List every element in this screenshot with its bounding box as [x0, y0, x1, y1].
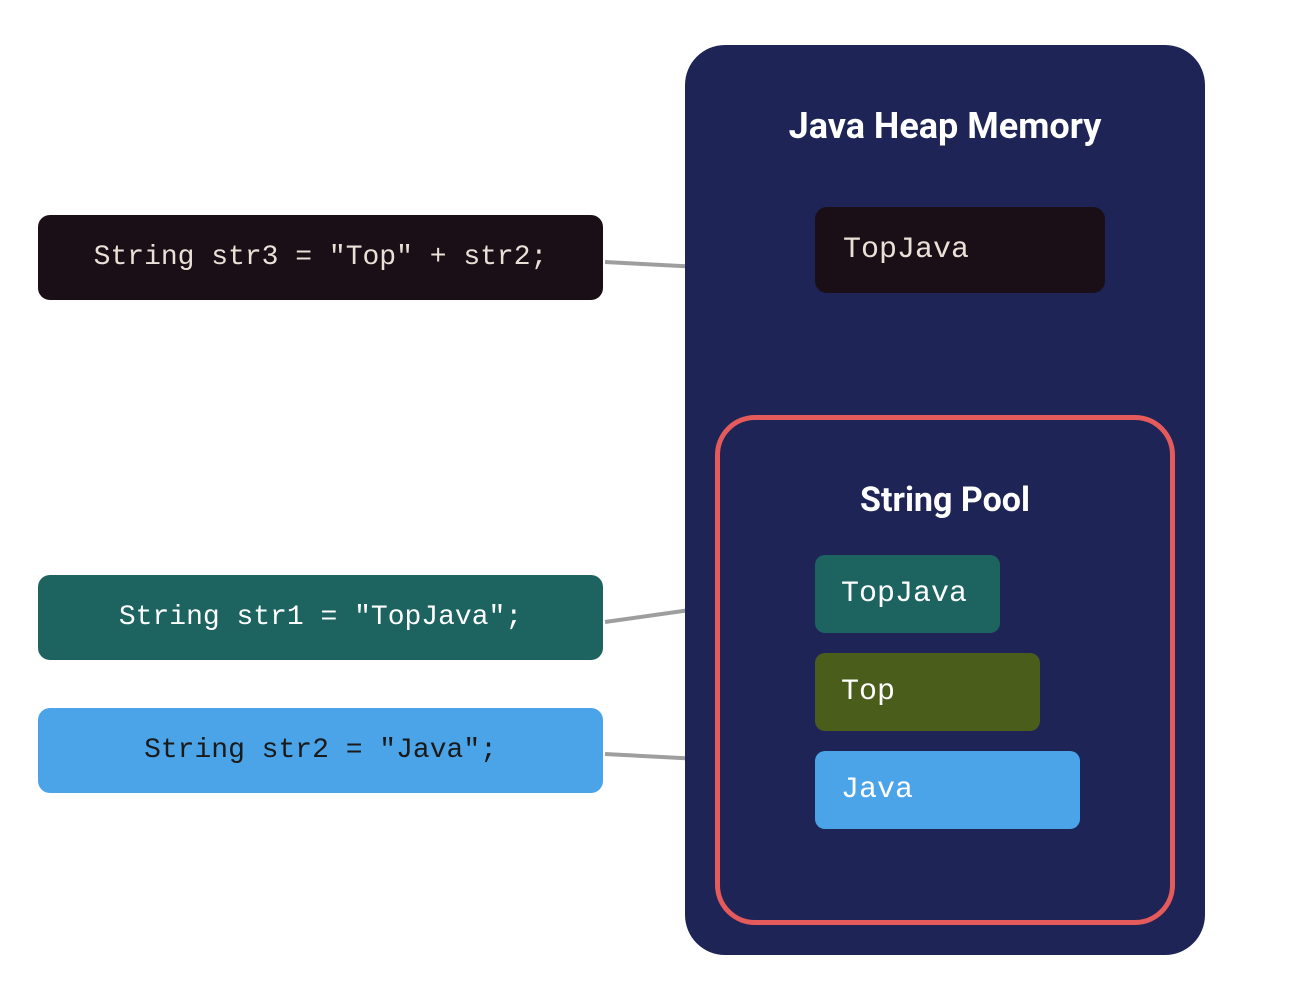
pool-item-topjava: TopJava	[815, 555, 1000, 633]
pool-item-top: Top	[815, 653, 1040, 731]
heap-memory-container: Java Heap Memory TopJava String Pool Top…	[685, 45, 1205, 955]
heap-object-topjava: TopJava	[815, 207, 1105, 293]
heap-title: Java Heap Memory	[715, 105, 1175, 147]
pool-item-java: Java	[815, 751, 1080, 829]
string-pool-container: String Pool TopJava Top Java	[715, 415, 1175, 925]
code-str1: String str1 = "TopJava";	[38, 575, 603, 660]
code-str3: String str3 = "Top" + str2;	[38, 215, 603, 300]
pool-title: String Pool	[760, 480, 1130, 520]
code-str2: String str2 = "Java";	[38, 708, 603, 793]
